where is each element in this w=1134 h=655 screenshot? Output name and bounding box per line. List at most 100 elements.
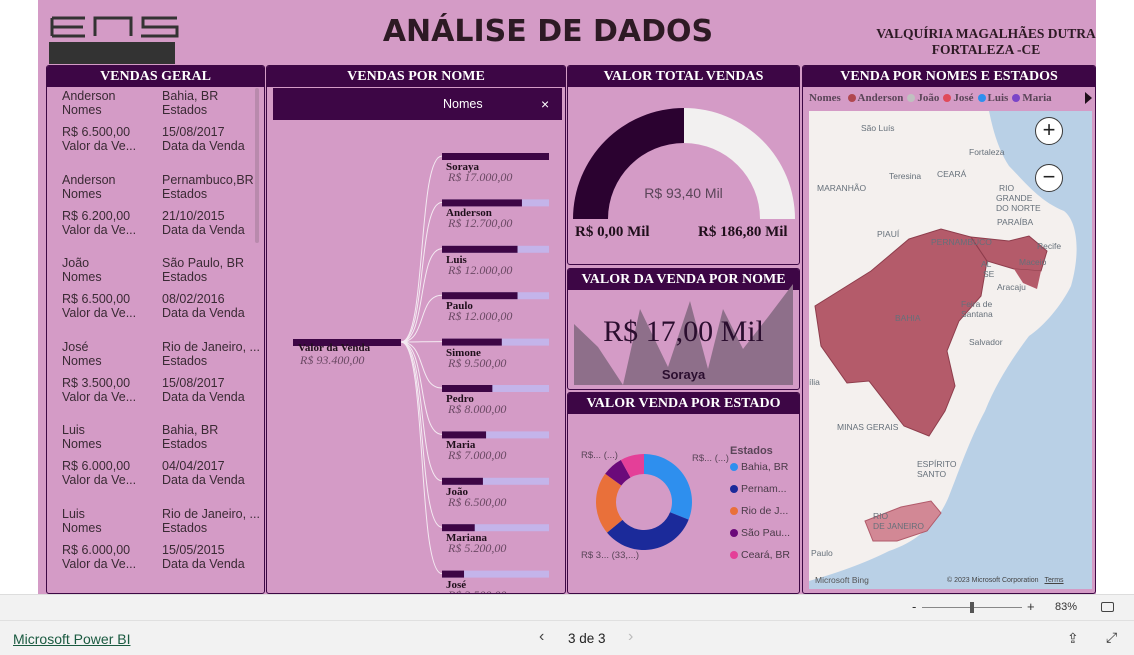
sale-state-label: Estados <box>162 103 208 117</box>
zoom-plus-button[interactable]: + <box>1027 599 1035 614</box>
sale-value: R$ 6.500,00 <box>62 125 131 139</box>
donut-legend-title: Estados <box>730 445 773 457</box>
sale-value: R$ 3.500,00 <box>62 375 131 390</box>
tree-node-value: R$ 6.500,00 <box>448 494 507 509</box>
share-icon[interactable]: ⇪ <box>1067 630 1079 647</box>
tree-node-bar[interactable] <box>442 477 483 485</box>
vendas-por-nome-panel[interactable]: VENDAS POR NOME Nomes × Valor da Venda R$… <box>266 65 566 594</box>
sale-value-label: Valor da Ve... <box>62 557 137 571</box>
map-place-label: ESPÍRITO <box>917 459 957 469</box>
vendas-geral-scrollbar[interactable] <box>255 88 259 243</box>
tree-node-bar[interactable] <box>442 431 487 439</box>
tree-node-bar[interactable] <box>442 570 465 578</box>
tree-node-bar[interactable] <box>442 524 475 532</box>
donut-legend-item[interactable]: Ceará, BR <box>730 549 790 561</box>
prev-page-button[interactable]: ‹ <box>539 628 544 646</box>
author-block: VALQUÍRIA MAGALHÃES DUTRA FORTALEZA -CE <box>846 26 1096 58</box>
sale-value-label: Valor da Ve... <box>62 306 137 321</box>
map-legend-name[interactable]: João <box>917 92 939 104</box>
sale-value-label: Valor da Ve... <box>62 389 137 404</box>
vendas-geral-panel[interactable]: VENDAS GERAL Anderson Nomes Bahia, BR Estad… <box>46 65 265 594</box>
decomposition-tree[interactable] <box>267 66 565 593</box>
gauge-value: R$ 93,40 Mil <box>644 185 723 201</box>
map-place-label: SANTO <box>917 469 947 479</box>
legend-dot <box>730 485 738 493</box>
fullscreen-icon[interactable]: ⤢ <box>1106 629 1117 646</box>
sale-date-label: Data da Venda <box>162 473 245 488</box>
sale-state: São Paulo, BR <box>162 256 244 271</box>
sale-value: R$ 6.500,00 <box>62 292 131 307</box>
next-page-button[interactable]: › <box>628 628 633 646</box>
zoom-slider-thumb[interactable] <box>970 602 974 613</box>
valor-estado-panel[interactable]: VALOR VENDA POR ESTADO R$... (...) R$...… <box>567 392 800 594</box>
donut-legend-item[interactable]: Rio de J... <box>730 505 788 517</box>
zoom-minus-button[interactable]: - <box>912 599 916 614</box>
author-city: FORTALEZA -CE <box>931 42 1041 57</box>
page-indicator: 3 de 3 <box>568 631 606 646</box>
sale-state: Pernambuco,BR <box>162 172 254 187</box>
tree-link <box>400 341 443 575</box>
donut-legend-item[interactable]: Pernam... <box>730 483 787 495</box>
sale-state-label: Estados <box>162 437 208 452</box>
ens-logo <box>49 16 179 64</box>
sale-name: Luis <box>62 507 85 521</box>
card-name: Soraya <box>661 367 706 382</box>
tree-node-value: R$ 12.000,00 <box>448 309 513 324</box>
sale-value-label: Valor da Ve... <box>62 222 137 237</box>
tree-node-bar[interactable] <box>442 153 549 160</box>
tree-node-bar[interactable] <box>442 338 502 346</box>
fit-page-icon[interactable] <box>1101 602 1114 612</box>
map-place-label: RIO <box>999 183 1015 193</box>
gauge-min: R$ 0,00 Mil <box>575 224 650 240</box>
donut-slice[interactable] <box>644 454 693 520</box>
tree-node-value: R$ 12.700,00 <box>448 216 513 231</box>
map-place-label: ília <box>809 377 820 387</box>
terms-link[interactable]: Terms <box>1045 577 1064 584</box>
tree-link <box>400 248 443 343</box>
sale-name-label: Nomes <box>62 103 102 117</box>
donut-legend-item[interactable]: São Pau... <box>730 527 790 539</box>
tree-node-bar[interactable] <box>442 385 493 392</box>
legend-label: Bahia, BR <box>741 461 789 473</box>
mapa-panel[interactable]: VENDA POR NOMES E ESTADOS Nomes Anderson… <box>802 65 1096 594</box>
tree-node-value: R$ 5.200,00 <box>448 541 507 556</box>
sale-state-label: Estados <box>162 186 208 201</box>
map-legend-name[interactable]: José <box>953 92 973 104</box>
sale-record: José Nomes Rio de Janeiro, ... Estados R$ 3.… <box>62 339 264 420</box>
legend-label: São Pau... <box>741 527 791 539</box>
power-bi-link[interactable]: Microsoft Power BI <box>13 631 130 647</box>
tree-node-bar[interactable] <box>442 292 518 300</box>
sale-date-label: Data da Venda <box>162 222 245 237</box>
map-legend-name[interactable]: Maria <box>1022 92 1051 104</box>
donut-legend-item[interactable]: Bahia, BR <box>730 461 788 473</box>
gauge-fill <box>573 108 684 219</box>
legend-next-icon[interactable] <box>1085 92 1092 104</box>
valor-por-nome-panel: VALOR DA VENDA POR NOME R$ 17,00 Mil Sor… <box>567 268 800 390</box>
donut-label-bottom: R$ 3... (33,...) <box>581 550 640 561</box>
map-place-label: Aracaju <box>997 282 1026 292</box>
map-legend-dot <box>943 94 952 102</box>
report-canvas: ANÁLISE DE DADOS VALQUÍRIA MAGALHÃES DUT… <box>38 0 1096 594</box>
map-place-label: PARAÍBA <box>997 217 1034 227</box>
zoom-slider[interactable] <box>922 602 1022 613</box>
map-legend-name[interactable]: Anderson <box>858 92 904 104</box>
zoom-out-button[interactable]: − <box>1035 164 1063 192</box>
tree-node-value: R$ 12.000,00 <box>448 262 513 277</box>
tree-node-bar[interactable] <box>442 245 518 253</box>
sale-date: 21/10/2015 <box>162 208 225 223</box>
tree-node-bar[interactable] <box>442 199 522 207</box>
sale-name-label: Nomes <box>62 186 102 201</box>
sale-name-label: Nomes <box>62 353 102 368</box>
map-place-label: MINAS GERAIS <box>837 422 899 432</box>
map-legend-name[interactable]: Luis <box>988 92 1009 104</box>
card-value: R$ 17,00 Mil <box>603 315 764 348</box>
sale-state-label: Estados <box>162 353 208 368</box>
sale-date: 08/02/2016 <box>162 292 225 307</box>
sale-date-label: Data da Venda <box>162 306 245 321</box>
sale-name: José <box>62 339 89 354</box>
legend-label: Rio de J... <box>741 505 789 517</box>
zoom-in-button[interactable]: + <box>1035 117 1063 145</box>
sale-state-label: Estados <box>162 270 208 285</box>
map-area[interactable]: São Luís Fortaleza Teresina CEARÁ MARANHÃO RI… <box>809 111 1092 589</box>
page-title: ANÁLISE DE DADOS <box>382 14 714 49</box>
